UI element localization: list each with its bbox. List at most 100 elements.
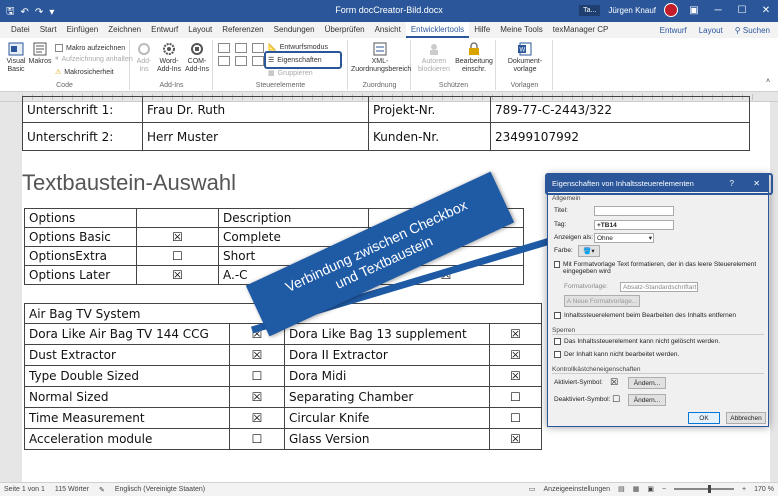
tab-texmanager[interactable]: texManager CP [548, 22, 614, 38]
table-cell[interactable]: Dora Like Air Bag TV 144 CCG [24, 323, 230, 345]
table-cell[interactable]: Dora Like Bag 13 supplement [284, 323, 490, 345]
ribbon-display-icon[interactable]: ▣ [686, 5, 702, 16]
tab-datei[interactable]: Datei [6, 22, 35, 38]
dialog-titlebar[interactable]: Eigenschaften von Inhaltssteuerelementen… [548, 176, 768, 192]
word-addins-button[interactable]: Word-Add-Ins [155, 42, 183, 74]
table-cell[interactable]: Frau Dr. Ruth [142, 96, 369, 123]
richtext-control-icon[interactable] [218, 43, 230, 53]
xml-mapping-button[interactable]: XML-Zuordnungsbereich [351, 42, 411, 74]
checkbox[interactable]: ☒ [136, 227, 219, 247]
zoom-slider[interactable] [674, 485, 735, 493]
lock-delete-checkbox[interactable] [554, 338, 561, 345]
checkbox[interactable]: ☐ [229, 428, 285, 450]
word-count[interactable]: 115 Wörter [55, 486, 89, 493]
picture-control-icon[interactable] [252, 43, 264, 53]
change-checked-button[interactable]: Ändern... [628, 377, 666, 389]
remove-on-edit-option[interactable]: Inhaltssteuerelement beim Bearbeiten des… [554, 312, 736, 319]
dropdown-control-icon[interactable] [252, 56, 264, 66]
formatvorlage-option[interactable]: Mit Formatvorlage Text formatieren, der … [554, 261, 759, 275]
remove-on-edit-checkbox[interactable] [554, 312, 561, 319]
tab-entwurf[interactable]: Entwurf [146, 22, 183, 38]
addins-button[interactable]: Add-Ins [133, 42, 155, 74]
tab-ueberpruefen[interactable]: Überprüfen [320, 22, 370, 38]
close-icon[interactable]: ✕ [753, 176, 760, 192]
document-template-button[interactable]: W Dokument-vorlage [499, 42, 551, 74]
checkbox[interactable]: ☐ [489, 386, 542, 408]
zoom-level[interactable]: 170 % [754, 486, 774, 493]
table-cell[interactable]: Circular Knife [284, 407, 490, 429]
zoom-out-icon[interactable]: − [662, 486, 666, 493]
search-box[interactable]: ⚲ Suchen [735, 26, 770, 35]
tab-hilfe[interactable]: Hilfe [469, 22, 495, 38]
table-cell[interactable]: Time Measurement [24, 407, 230, 429]
table-cell[interactable]: Kunden-Nr. [368, 122, 491, 151]
table-cell[interactable]: 789-77-C-2443/322 [490, 96, 750, 123]
table-title-cell[interactable]: Air Bag TV System [24, 303, 285, 324]
color-picker-button[interactable]: 🪣▾ [578, 245, 600, 257]
checkbox[interactable]: ☒ [229, 386, 285, 408]
checkbox-control-icon[interactable] [218, 56, 230, 66]
table-cell[interactable]: Normal Sized [24, 386, 230, 408]
anzeigen-select[interactable]: Ohne ▾ [594, 233, 654, 243]
com-addins-button[interactable]: COM-Add-Ins [183, 42, 211, 74]
table-cell[interactable]: Separating Chamber [284, 386, 490, 408]
checkbox[interactable]: ☒ [229, 344, 285, 366]
lock-edit-checkbox[interactable] [554, 351, 561, 358]
user-name[interactable]: Jürgen Knauf [608, 6, 656, 15]
makros-button[interactable]: Makros [28, 42, 52, 66]
table-cell[interactable]: OptionsExtra [24, 246, 137, 266]
combobox-control-icon[interactable] [235, 56, 247, 66]
page-count[interactable]: Seite 1 von 1 [4, 486, 45, 493]
tab-einfuegen[interactable]: Einfügen [62, 22, 104, 38]
formatvorlage-select[interactable]: Absatz-Standardschriftart [620, 282, 698, 292]
tab-zeichnen[interactable]: Zeichnen [103, 22, 146, 38]
checkbox[interactable]: ☒ [136, 265, 219, 285]
print-layout-icon[interactable]: ▦ [633, 485, 640, 493]
macro-security-button[interactable]: ⚠ Makrosicherheit [55, 68, 114, 77]
restrict-editing-button[interactable]: Bearbeitung einschr. [454, 42, 494, 74]
table-cell[interactable]: Unterschrift 1: [22, 96, 143, 123]
new-style-button[interactable]: A Neue Formatvorlage... [564, 295, 640, 307]
cancel-button[interactable]: Abbrechen [726, 412, 766, 424]
table-cell[interactable]: Glass Version [284, 428, 490, 450]
section-heading[interactable]: Textbaustein-Auswahl [22, 170, 236, 196]
tab-table-layout[interactable]: Layout [699, 26, 723, 35]
tab-meine-tools[interactable]: Meine Tools [495, 22, 548, 38]
tab-table-entwurf[interactable]: Entwurf [660, 26, 687, 35]
minimize-icon[interactable]: ─ [710, 5, 726, 16]
table-header-cell[interactable]: Description [218, 208, 369, 228]
collapse-ribbon-icon[interactable]: ˄ [766, 78, 770, 85]
language-indicator[interactable]: Englisch (Vereinigte Staaten) [115, 486, 205, 493]
checkbox[interactable]: ☒ [489, 365, 542, 387]
titel-input[interactable] [594, 206, 674, 216]
proofing-icon[interactable]: ✎ [99, 486, 105, 494]
table-cell[interactable]: Unterschrift 2: [22, 122, 143, 151]
visual-basic-button[interactable]: Visual Basic [3, 42, 29, 74]
table-cell[interactable]: Dora II Extractor [284, 344, 490, 366]
tab-layout[interactable]: Layout [183, 22, 217, 38]
formatvorlage-checkbox[interactable] [554, 261, 561, 268]
display-settings[interactable]: Anzeigeeinstellungen [544, 486, 611, 493]
record-macro-button[interactable]: Makro aufzeichnen [55, 44, 125, 52]
table-cell[interactable]: 23499107992 [490, 122, 750, 151]
checkbox[interactable]: ☐ [489, 407, 542, 429]
tab-sendungen[interactable]: Sendungen [269, 22, 320, 38]
design-mode-button[interactable]: 📐 Entwurfsmodus [268, 43, 328, 52]
text-control-icon[interactable] [235, 43, 247, 53]
table-cell[interactable]: Dora Midi [284, 365, 490, 387]
checkbox[interactable]: ☒ [489, 323, 542, 345]
table-cell[interactable]: Dust Extractor [24, 344, 230, 366]
group-controls-button[interactable]: ▦ Gruppieren [268, 69, 313, 78]
lock-delete-option[interactable]: Das Inhaltssteuerelement kann nicht gelö… [554, 338, 720, 345]
checkbox[interactable]: ☒ [229, 407, 285, 429]
table-header-cell[interactable]: Options [24, 208, 137, 228]
block-authors-button[interactable]: Autoren blockieren [414, 42, 454, 74]
table-cell[interactable]: Projekt-Nr. [368, 96, 491, 123]
tag-input[interactable]: +TB14 [594, 220, 674, 230]
zoom-in-icon[interactable]: + [742, 486, 746, 493]
checkbox[interactable]: ☐ [229, 365, 285, 387]
ok-button[interactable]: OK [688, 412, 720, 424]
table-cell[interactable]: Acceleration module [24, 428, 230, 450]
tab-start[interactable]: Start [35, 22, 62, 38]
table-cell[interactable]: Options Basic [24, 227, 137, 247]
